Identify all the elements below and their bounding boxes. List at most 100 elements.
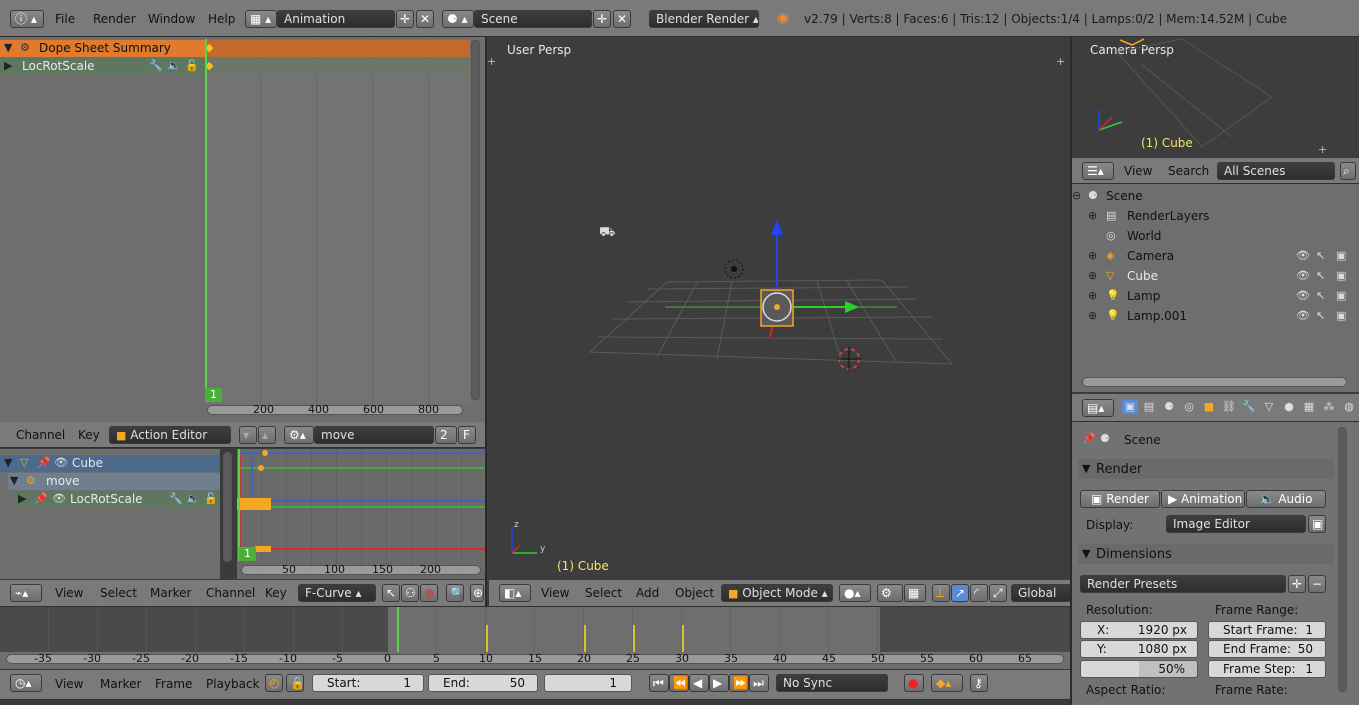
- expand-triangle-icon[interactable]: ▼: [10, 474, 18, 488]
- stash-button[interactable]: ▴: [258, 426, 276, 444]
- graph-editor-canvas[interactable]: [237, 449, 485, 579]
- fcurve-plot[interactable]: [237, 449, 485, 579]
- texture-context-icon[interactable]: ▦: [1301, 400, 1317, 414]
- expand-icon[interactable]: ⊕: [1088, 249, 1097, 263]
- graph-editor-type-button[interactable]: ⌁▴: [10, 584, 42, 602]
- audio-button[interactable]: 🔈 Audio: [1246, 490, 1326, 508]
- select-arrow-icon[interactable]: ↖: [1316, 289, 1325, 303]
- viewport-shading-button[interactable]: ●▴: [839, 584, 871, 602]
- speaker-icon[interactable]: 🔈: [186, 492, 200, 506]
- expand-triangle-icon[interactable]: ▼: [4, 41, 12, 55]
- manipulator-rotate[interactable]: ◜: [970, 584, 988, 602]
- menu-view[interactable]: View: [55, 586, 83, 600]
- renderlayer-context-icon[interactable]: ▤: [1141, 400, 1157, 414]
- graph-tool-ghost[interactable]: ⚇: [401, 584, 419, 602]
- outliner-row-camera[interactable]: ⊕ ◈ Camera 👁 ↖ ▣: [1072, 247, 1359, 265]
- end-frame-input[interactable]: End: 50: [428, 674, 538, 692]
- camera-viewport[interactable]: Camera Persp (1) Cube +: [1072, 37, 1359, 157]
- graph-tool-pivot[interactable]: ⊕: [420, 584, 438, 602]
- frame-step-field[interactable]: Frame Step: 1: [1208, 660, 1326, 678]
- start-frame-field[interactable]: Start Frame: 1: [1208, 621, 1326, 639]
- timeline-editor-type-button[interactable]: ◷▴: [10, 674, 42, 692]
- lock-icon[interactable]: 🔓: [185, 59, 199, 73]
- dopesheet-scrollbar-v[interactable]: [471, 40, 480, 400]
- visibility-eye-icon[interactable]: 👁: [1296, 269, 1310, 283]
- timeline-menu-playback[interactable]: Playback: [206, 677, 260, 691]
- graph-tool-cursor[interactable]: ↖: [382, 584, 400, 602]
- remove-layout-button[interactable]: ✕: [416, 10, 434, 28]
- timeline-keyframe-line[interactable]: [584, 625, 586, 652]
- menu-key[interactable]: Key: [265, 586, 287, 600]
- keying-tool-button[interactable]: ⚷: [970, 674, 988, 692]
- action-users-count[interactable]: 2: [435, 426, 457, 444]
- outliner-editor-type-button[interactable]: ☰▴: [1082, 162, 1114, 180]
- timeline-area[interactable]: -35 -30 -25 -20 -15 -10 -5 0 5 10 15 20 …: [0, 607, 1072, 669]
- render-context-icon[interactable]: ▣: [1122, 400, 1138, 414]
- scene-selector[interactable]: ⚈ ▴: [442, 10, 474, 28]
- resolution-percent-field[interactable]: 50%: [1080, 660, 1198, 678]
- menu-view[interactable]: View: [541, 586, 569, 600]
- graph-object-row[interactable]: ▼ ▽ 📌 👁 Cube: [0, 455, 220, 472]
- record-button[interactable]: ●: [904, 674, 924, 692]
- dopesheet-summary-channel[interactable]: ▼ ⚙ Dope Sheet Summary: [0, 40, 205, 57]
- particles-context-icon[interactable]: ⁂: [1321, 400, 1337, 414]
- menu-object[interactable]: Object: [675, 586, 714, 600]
- jump-prev-key-button[interactable]: ⏪: [669, 674, 689, 692]
- menu-add[interactable]: Add: [636, 586, 659, 600]
- start-frame-input[interactable]: Start: 1: [312, 674, 424, 692]
- object-mode-dropdown[interactable]: ■ Object Mode ▴: [721, 584, 833, 602]
- collapse-triangle-icon[interactable]: ▶: [4, 59, 12, 73]
- fcurve-keyframe[interactable]: [258, 465, 264, 471]
- menu-help[interactable]: Help: [208, 12, 235, 26]
- display-dropdown[interactable]: Image Editor: [1166, 515, 1306, 533]
- object-context-icon[interactable]: ■: [1201, 400, 1217, 414]
- playhead-frame-box[interactable]: 1: [205, 388, 222, 402]
- outliner-row-cube[interactable]: ⊕ ▽ Cube 👁 ↖ ▣: [1072, 267, 1359, 285]
- graph-action-row[interactable]: ▼ ⚙ move: [8, 473, 220, 490]
- jump-end-button[interactable]: ⏭: [749, 674, 769, 692]
- action-channel[interactable]: ▶ LocRotScale 🔧 🔈 🔓: [0, 58, 205, 75]
- wrench-icon[interactable]: 🔧: [169, 492, 183, 506]
- playhead-line[interactable]: [205, 39, 207, 401]
- fcurve-keyframe[interactable]: [255, 546, 271, 552]
- collapse-triangle-icon[interactable]: ▶: [18, 492, 26, 506]
- visibility-eye-icon[interactable]: 👁: [1296, 309, 1310, 323]
- manipulator-scale[interactable]: ⤢: [989, 584, 1007, 602]
- data-context-icon[interactable]: ▽: [1261, 400, 1277, 414]
- viewport-scene[interactable]: ⛟ z y: [487, 37, 1070, 580]
- expand-icon[interactable]: ⊕: [1088, 209, 1097, 223]
- dimensions-panel-header[interactable]: ▼ Dimensions: [1078, 544, 1334, 564]
- action-name-field[interactable]: move: [314, 426, 434, 444]
- expand-icon[interactable]: ⊕: [1088, 309, 1097, 323]
- render-engine-dropdown[interactable]: Blender Render ▴: [649, 10, 759, 28]
- graph-channel-scrollbar[interactable]: [223, 452, 232, 562]
- menu-select[interactable]: Select: [585, 586, 622, 600]
- dopesheet-grid[interactable]: [205, 39, 470, 404]
- timeline-keyframe-line[interactable]: [633, 625, 635, 652]
- outliner-row-lamp[interactable]: ⊕ 💡 Lamp 👁 ↖ ▣: [1072, 287, 1359, 305]
- timeline-menu-frame[interactable]: Frame: [155, 677, 192, 691]
- timeline-menu-marker[interactable]: Marker: [100, 677, 141, 691]
- modifiers-context-icon[interactable]: 🔧: [1241, 400, 1257, 414]
- dopesheet-mode-dropdown[interactable]: ■ Action Editor: [109, 426, 231, 444]
- sync-mode-dropdown[interactable]: No Sync: [776, 674, 888, 692]
- expand-triangle-icon[interactable]: ▼: [4, 456, 12, 470]
- manipulator-toggle[interactable]: ↗: [951, 584, 969, 602]
- timeline-keyframe-line[interactable]: [682, 625, 684, 652]
- select-arrow-icon[interactable]: ↖: [1316, 269, 1325, 283]
- viewport-editor-type-button[interactable]: ◧▴: [499, 584, 531, 602]
- fcurve-keyframe-cluster[interactable]: [237, 498, 271, 510]
- jump-start-button[interactable]: ⏮: [649, 674, 669, 692]
- graph-tool-extra[interactable]: ⊕: [470, 584, 484, 602]
- lock-icon[interactable]: 🔓: [204, 492, 218, 506]
- outliner-menu-search[interactable]: Search: [1168, 164, 1209, 178]
- scene-name-field[interactable]: Scene: [474, 10, 592, 28]
- preview-range-button[interactable]: ◴: [265, 674, 283, 692]
- layer-toggle-button[interactable]: ▦: [904, 584, 926, 602]
- push-down-button[interactable]: ▾: [239, 426, 257, 444]
- render-button[interactable]: ▣ Render: [1080, 490, 1160, 508]
- display-lock-button[interactable]: ▣: [1308, 515, 1326, 533]
- visibility-eye-icon[interactable]: 👁: [1296, 289, 1310, 303]
- menu-marker[interactable]: Marker: [150, 586, 191, 600]
- eye-icon[interactable]: 👁: [52, 492, 66, 506]
